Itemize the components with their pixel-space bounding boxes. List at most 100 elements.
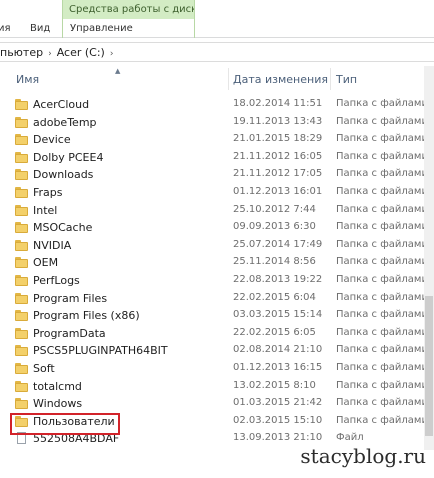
file-date: 22.08.2013 19:22 bbox=[233, 273, 323, 285]
file-date: 21.11.2012 17:05 bbox=[233, 168, 323, 180]
file-date: 18.02.2014 11:51 bbox=[233, 98, 323, 109]
file-name: ProgramData bbox=[33, 326, 106, 340]
vertical-scrollbar[interactable] bbox=[424, 66, 434, 450]
folder-icon bbox=[15, 151, 28, 163]
file-name: Program Files bbox=[33, 291, 108, 305]
file-type: Папка с файлами bbox=[336, 203, 428, 215]
watermark: stacyblog.ru bbox=[300, 444, 426, 468]
breadcrumb-drive[interactable]: Acer (C:) bbox=[57, 46, 105, 59]
breadcrumb-computer[interactable]: пьютер bbox=[0, 46, 43, 59]
file-date: 02.08.2014 21:10 bbox=[233, 344, 323, 356]
file-name: adobeTemp bbox=[33, 115, 97, 129]
file-name: Intel bbox=[33, 203, 58, 217]
file-type: Папка с файлами bbox=[336, 133, 428, 145]
file-date: 01.12.2013 16:15 bbox=[233, 361, 323, 373]
folder-icon bbox=[15, 398, 28, 410]
file-type: Папка с файлами bbox=[336, 256, 428, 268]
column-divider[interactable] bbox=[228, 68, 229, 90]
file-date: 25.07.2014 17:49 bbox=[233, 238, 323, 250]
file-row[interactable]: PSCS5PLUGINPATH64BIT 02.08.2014 21:10 Папк… bbox=[0, 342, 434, 360]
file-row[interactable]: Soft 01.12.2013 16:15 Папка с файлами bbox=[0, 360, 434, 378]
file-date: 21.01.2015 18:29 bbox=[233, 133, 323, 145]
file-type: Папка с файлами bbox=[336, 379, 428, 391]
column-header-name[interactable]: Имя bbox=[16, 73, 39, 86]
file-row[interactable]: ProgramData 22.02.2015 6:05 Папка с файлам… bbox=[0, 325, 434, 343]
folder-icon bbox=[15, 204, 28, 216]
folder-icon bbox=[15, 239, 28, 251]
tab-share[interactable]: ия bbox=[0, 23, 20, 34]
file-type: Папка с файлами bbox=[336, 397, 428, 409]
file-row[interactable]: PerfLogs 22.08.2013 19:22 Папка с файлами bbox=[0, 272, 434, 290]
file-row[interactable]: NVIDIA 25.07.2014 17:49 Папка с файлами bbox=[0, 237, 434, 255]
file-type: Папка с файлами bbox=[336, 273, 428, 285]
file-name: PerfLogs bbox=[33, 273, 80, 287]
file-date: 13.09.2013 21:10 bbox=[233, 432, 323, 444]
column-headers: ▲ Имя Дата изменения Тип bbox=[0, 66, 434, 92]
folder-icon bbox=[15, 292, 28, 304]
file-type: Папка с файлами bbox=[336, 115, 428, 127]
address-bar[interactable]: пьютер › Acer (C:) › bbox=[0, 42, 434, 62]
file-type: Папка с файлами bbox=[336, 185, 428, 197]
folder-icon bbox=[15, 169, 28, 181]
folder-icon bbox=[15, 310, 28, 322]
folder-icon bbox=[15, 186, 28, 198]
file-row[interactable]: Program Files (x86) 03.03.2015 15:14 Папка… bbox=[0, 307, 434, 325]
file-date: 03.03.2015 15:14 bbox=[233, 309, 323, 321]
file-row[interactable]: Windows 01.03.2015 21:42 Папка с файлами bbox=[0, 395, 434, 413]
file-row[interactable]: Program Files 22.02.2015 6:04 Папка с файл… bbox=[0, 290, 434, 308]
disk-tools-context-header: Средства работы с дисками bbox=[62, 0, 195, 19]
column-header-type[interactable]: Тип bbox=[336, 73, 357, 86]
scrollbar-thumb[interactable] bbox=[425, 296, 433, 436]
file-name: NVIDIA bbox=[33, 238, 72, 252]
folder-icon bbox=[15, 327, 28, 339]
file-date: 13.02.2015 8:10 bbox=[233, 379, 316, 391]
file-name: Program Files (x86) bbox=[33, 309, 140, 323]
file-date: 21.11.2012 16:05 bbox=[233, 150, 323, 162]
file-type: Папка с файлами bbox=[336, 414, 428, 426]
file-name: Device bbox=[33, 133, 71, 147]
file-row[interactable]: Dolby PCEE4 21.11.2012 16:05 Папка с файла… bbox=[0, 149, 434, 167]
ribbon: Средства работы с дисками ия Вид Управле… bbox=[0, 0, 434, 38]
file-row[interactable]: totalcmd 13.02.2015 8:10 Папка с файлами bbox=[0, 378, 434, 396]
file-row[interactable]: MSOCache 09.09.2013 6:30 Папка с файлами bbox=[0, 219, 434, 237]
file-row[interactable]: Intel 25.10.2012 7:44 Папка с файлами bbox=[0, 202, 434, 220]
file-name: Soft bbox=[33, 361, 55, 375]
file-name: Windows bbox=[33, 397, 83, 411]
file-date: 09.09.2013 6:30 bbox=[233, 221, 316, 233]
file-date: 22.02.2015 6:04 bbox=[233, 291, 316, 303]
file-row[interactable]: adobeTemp 19.11.2013 13:43 Папка с файлами bbox=[0, 114, 434, 132]
highlight-box bbox=[10, 413, 120, 435]
file-row[interactable]: OEM 25.11.2014 8:56 Папка с файлами bbox=[0, 254, 434, 272]
column-header-date[interactable]: Дата изменения bbox=[233, 73, 328, 86]
file-row[interactable]: Device 21.01.2015 18:29 Папка с файлами bbox=[0, 131, 434, 149]
chevron-right-icon[interactable]: › bbox=[48, 49, 52, 59]
file-date: 22.02.2015 6:05 bbox=[233, 326, 316, 338]
chevron-right-icon[interactable]: › bbox=[110, 49, 114, 59]
folder-icon bbox=[15, 222, 28, 234]
file-type: Папка с файлами bbox=[336, 326, 428, 338]
file-date: 19.11.2013 13:43 bbox=[233, 115, 323, 127]
file-name: PSCS5PLUGINPATH64BIT bbox=[33, 344, 168, 358]
file-type: Папка с файлами bbox=[336, 309, 428, 321]
file-type: Папка с файлами bbox=[336, 238, 428, 250]
folder-icon bbox=[15, 345, 28, 357]
file-type: Файл bbox=[336, 432, 364, 444]
folder-icon bbox=[15, 362, 28, 374]
file-type: Папка с файлами bbox=[336, 344, 428, 356]
file-date: 01.03.2015 21:42 bbox=[233, 397, 323, 409]
file-row[interactable]: Downloads 21.11.2012 17:05 Папка с файлами bbox=[0, 166, 434, 184]
folder-icon bbox=[15, 134, 28, 146]
folder-icon bbox=[15, 116, 28, 128]
file-type: Папка с файлами bbox=[336, 291, 428, 303]
tab-view[interactable]: Вид bbox=[30, 23, 50, 34]
file-name: OEM bbox=[33, 256, 59, 270]
file-name: MSOCache bbox=[33, 221, 93, 235]
file-row[interactable]: AcerCloud 18.02.2014 11:51 Папка с файлами bbox=[0, 96, 434, 114]
file-list: AcerCloud 18.02.2014 11:51 Папка с файлами… bbox=[0, 96, 434, 448]
tab-manage[interactable]: Управление bbox=[70, 23, 133, 34]
file-row[interactable]: Fraps 01.12.2013 16:01 Папка с файлами bbox=[0, 184, 434, 202]
file-date: 25.11.2014 8:56 bbox=[233, 256, 316, 268]
column-divider[interactable] bbox=[330, 68, 331, 90]
file-type: Папка с файлами bbox=[336, 361, 428, 373]
file-name: Downloads bbox=[33, 168, 94, 182]
